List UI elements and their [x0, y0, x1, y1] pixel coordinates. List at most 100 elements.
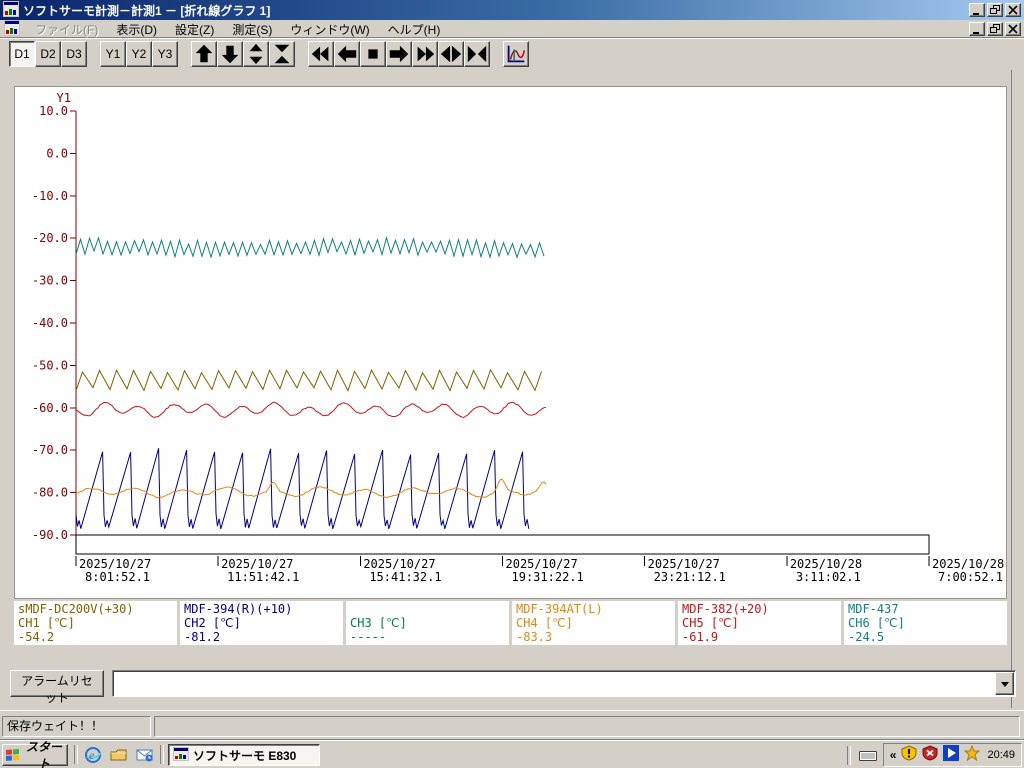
svg-text:2025/10/27: 2025/10/27: [363, 557, 435, 571]
status-message-panel: 保存ウェイト！！: [2, 716, 151, 737]
toolbar-button-y3[interactable]: Y3: [152, 41, 178, 67]
svg-text:e: e: [89, 748, 95, 762]
legend-cell-ch1: sMDF-DC200V(+30) CH1 [℃] -54.2: [14, 601, 177, 645]
app-icon: [3, 0, 19, 20]
chart-panel: Y1 10.0 0.0 -10.0 -20.0 -30.0 -40.0 -50.0 -60.0 -…: [14, 86, 1007, 599]
svg-text:15:41:32.1: 15:41:32.1: [369, 570, 441, 584]
svg-text:3:11:02.1: 3:11:02.1: [796, 570, 861, 584]
double-right-icon: [417, 46, 435, 62]
svg-text:7:00:52.1: 7:00:52.1: [938, 570, 1003, 584]
menu-file[interactable]: ファイル(F): [26, 20, 107, 39]
toolbar-button-y1[interactable]: Y1: [100, 41, 126, 67]
legend-current-value: -----: [350, 630, 387, 644]
start-button[interactable]: スタート: [2, 740, 68, 768]
svg-text:19:31:22.1: 19:31:22.1: [512, 570, 584, 584]
legend-series-name: MDF-437: [848, 602, 899, 616]
legend-channel-label: CH6 [℃]: [848, 616, 905, 630]
menu-measure[interactable]: 測定(S): [223, 20, 281, 39]
toolbar-button-y2[interactable]: Y2: [126, 41, 152, 67]
status-bar: 保存ウェイト！！: [0, 710, 1024, 740]
legend-channel-label: CH3 [℃]: [350, 616, 407, 630]
svg-text:-80.0: -80.0: [32, 486, 68, 500]
svg-text:-40.0: -40.0: [32, 316, 68, 330]
menu-view[interactable]: 表示(D): [107, 20, 166, 39]
restore-button[interactable]: [987, 3, 1003, 17]
alarm-reset-button[interactable]: アラームリセット: [10, 670, 104, 705]
security-alert-icon[interactable]: [901, 744, 917, 766]
svg-text:2025/10/27: 2025/10/27: [79, 557, 151, 571]
tray-panel: « 20:49: [882, 743, 1022, 767]
toolbar-button-graph-settings[interactable]: [503, 41, 529, 67]
arrow-right-icon: [389, 45, 409, 63]
toolbar-button-step-forward[interactable]: [386, 41, 412, 67]
legend-current-value: -83.3: [516, 630, 553, 644]
system-tray: « 20:49: [846, 743, 1022, 767]
legend-current-value: -81.2: [184, 630, 221, 644]
minimize-button[interactable]: [969, 3, 985, 17]
toolbar-button-step-back[interactable]: [334, 41, 360, 67]
outlook-express-icon[interactable]: [134, 745, 156, 765]
legend-channel-label: CH4 [℃]: [516, 616, 573, 630]
channel-legend: sMDF-DC200V(+30) CH1 [℃] -54.2 MDF-394(R)(+…: [14, 601, 1007, 645]
toolbar: D1 D2 D3 Y1 Y2 Y3: [0, 38, 1024, 70]
tray-clock: 20:49: [987, 749, 1015, 761]
menu-help[interactable]: ヘルプ(H): [379, 20, 450, 39]
svg-text:0.0: 0.0: [46, 146, 68, 160]
taskbar-separator: [160, 745, 164, 764]
toolbar-button-compress-vertical[interactable]: [269, 41, 295, 67]
taskbar-task-softthermo[interactable]: ソフトサーモ E830: [168, 744, 320, 766]
ie-icon[interactable]: e: [82, 745, 104, 765]
alarm-combo[interactable]: [112, 670, 1016, 697]
combo-dropdown-button[interactable]: [995, 672, 1014, 695]
antivirus-shield-icon[interactable]: [922, 744, 938, 766]
svg-text:2025/10/27: 2025/10/27: [506, 557, 578, 571]
toolbar-button-expand-vertical[interactable]: [243, 41, 269, 67]
svg-text:2025/10/27: 2025/10/27: [648, 557, 720, 571]
windows-logo-icon: [5, 747, 20, 764]
desktop: ソフトサーモ計測－計測1 － [折れ線グラフ 1] ファイル(F) 表示(D) 設定…: [0, 0, 1024, 768]
toolbar-button-scroll-down[interactable]: [217, 41, 243, 67]
svg-text:11:51:42.1: 11:51:42.1: [227, 570, 299, 584]
close-button[interactable]: [1005, 3, 1021, 17]
show-desktop-icon[interactable]: [108, 745, 130, 765]
svg-text:8:01:52.1: 8:01:52.1: [85, 570, 150, 584]
toolbar-button-d1[interactable]: D1: [9, 41, 35, 67]
media-player-icon[interactable]: [943, 744, 960, 766]
status-extra-panel: [154, 716, 1020, 737]
document-icon: [4, 19, 20, 39]
legend-current-value: -54.2: [18, 630, 55, 644]
legend-cell-ch3: CH3 [℃] -----: [346, 601, 509, 645]
taskbar: スタート e ソフトサーモ E830 « 20:49: [0, 740, 1024, 768]
svg-text:-20.0: -20.0: [32, 231, 68, 245]
toolbar-button-d2[interactable]: D2: [35, 41, 61, 67]
tray-expand-chevron[interactable]: «: [890, 748, 897, 762]
menu-settings[interactable]: 設定(Z): [166, 20, 223, 39]
expand-horizontal-icon: [440, 45, 462, 63]
legend-series-name: MDF-394AT(L): [516, 602, 603, 616]
expand-vertical-icon: [249, 43, 263, 65]
task-label: ソフトサーモ E830: [193, 748, 297, 763]
legend-channel-label: CH5 [℃]: [682, 616, 739, 630]
window-titlebar: ソフトサーモ計測－計測1 － [折れ線グラフ 1]: [0, 0, 1024, 20]
toolbar-button-compress-horizontal[interactable]: [464, 41, 490, 67]
toolbar-button-fast-forward[interactable]: [412, 41, 438, 67]
toolbar-button-d3[interactable]: D3: [61, 41, 87, 67]
toolbar-button-stop[interactable]: [360, 41, 386, 67]
toolbar-button-expand-horizontal[interactable]: [438, 41, 464, 67]
task-app-icon: [173, 746, 189, 764]
legend-cell-ch5: MDF-382(+20) CH5 [℃] -61.9: [678, 601, 841, 645]
svg-text:2025/10/27: 2025/10/27: [221, 557, 293, 571]
mdi-minimize-button[interactable]: [969, 22, 985, 36]
favorites-star-icon[interactable]: [964, 744, 981, 766]
legend-series-name: sMDF-DC200V(+30): [18, 602, 134, 616]
toolbar-button-rewind[interactable]: [308, 41, 334, 67]
keyboard-icon[interactable]: [858, 748, 877, 762]
svg-text:-50.0: -50.0: [32, 358, 68, 372]
line-chart: Y110.0 0.0 -10.0 -20.0 -30.0 -40.0 -50.0 -60.0 -…: [32, 91, 1004, 584]
menu-window[interactable]: ウィンドウ(W): [281, 20, 378, 39]
toolbar-button-scroll-up[interactable]: [191, 41, 217, 67]
menu-bar: ファイル(F) 表示(D) 設定(Z) 測定(S) ウィンドウ(W) ヘルプ(H): [0, 19, 1024, 39]
mdi-restore-button[interactable]: [987, 22, 1003, 36]
taskbar-separator: [74, 745, 78, 764]
mdi-close-button[interactable]: [1005, 22, 1021, 36]
